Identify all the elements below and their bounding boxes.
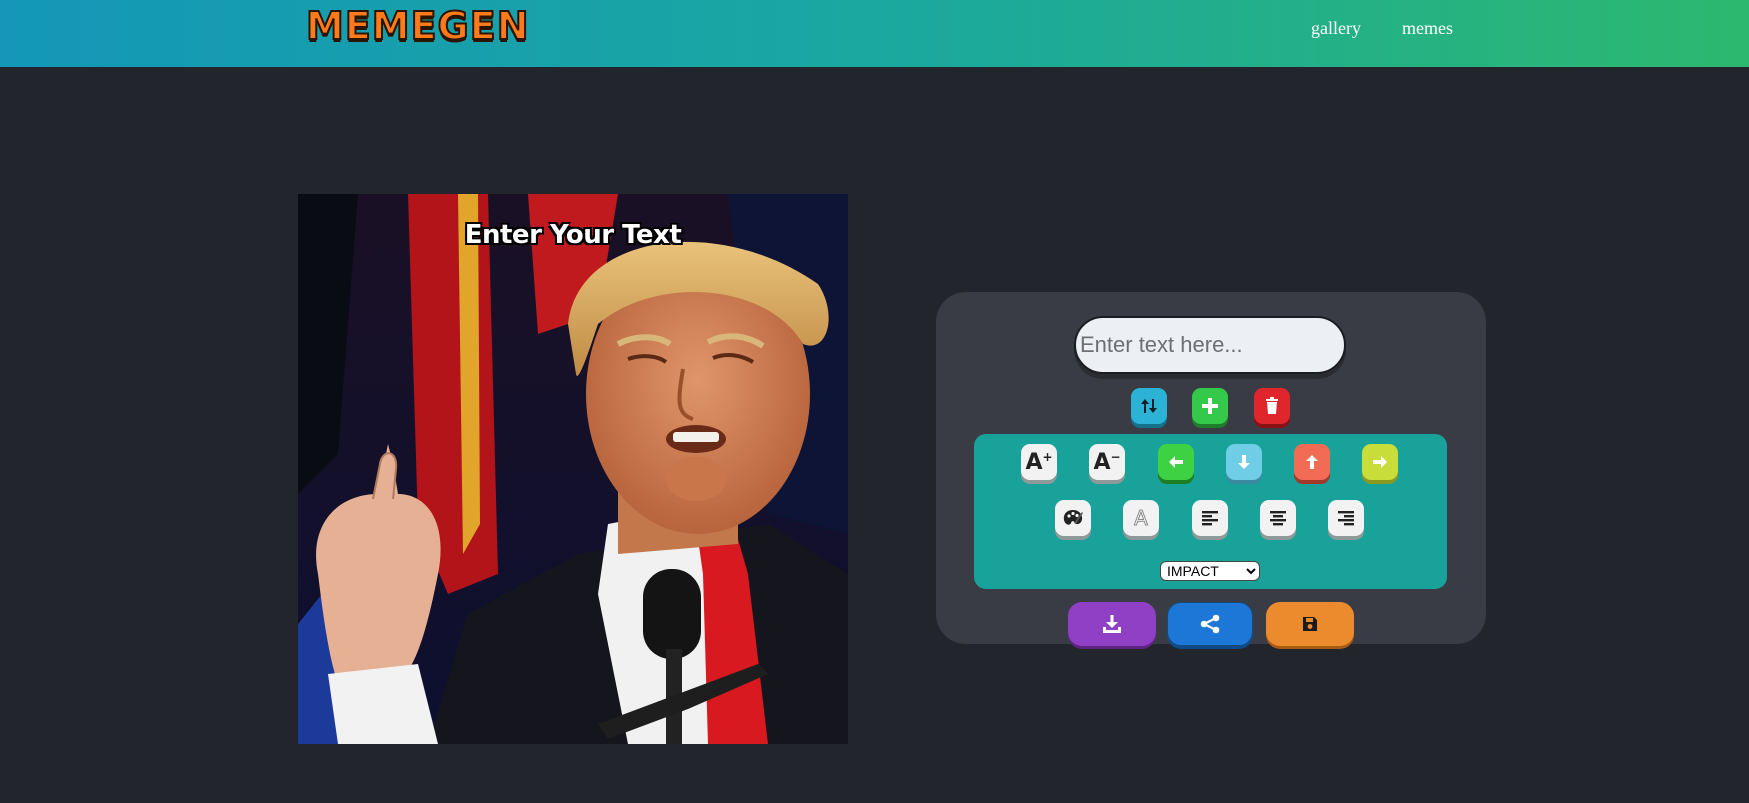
- arrow-left-icon: [1169, 456, 1183, 468]
- move-left-button[interactable]: [1158, 444, 1194, 480]
- add-line-icon: [1202, 398, 1218, 414]
- arrow-up-icon: [1306, 455, 1318, 469]
- arrow-right-icon: [1373, 456, 1387, 468]
- font-decrease-icon: A: [1093, 449, 1111, 475]
- save-button[interactable]: [1266, 602, 1354, 646]
- font-family-select[interactable]: IMPACT: [1160, 561, 1260, 581]
- nav-link-memes[interactable]: memes: [1402, 18, 1453, 39]
- align-left-icon: [1202, 511, 1218, 526]
- align-center-button[interactable]: [1260, 500, 1296, 536]
- text-color-button[interactable]: [1055, 500, 1091, 536]
- trash-icon: [1266, 397, 1278, 414]
- floppy-disk-icon: [1303, 617, 1317, 631]
- move-right-button[interactable]: [1362, 444, 1398, 480]
- download-button[interactable]: [1068, 602, 1156, 646]
- download-icon: [1103, 615, 1121, 633]
- arrow-down-icon: [1238, 455, 1250, 469]
- top-header: MEMEGEN gallery memes: [0, 0, 1749, 67]
- nav-link-gallery[interactable]: gallery: [1311, 18, 1361, 39]
- move-up-button[interactable]: [1294, 444, 1330, 480]
- align-left-button[interactable]: [1192, 500, 1228, 536]
- text-stroke-button[interactable]: A: [1123, 500, 1159, 536]
- meme-top-text[interactable]: Enter Your Text: [298, 220, 848, 250]
- align-right-icon: [1338, 511, 1354, 526]
- align-center-icon: [1270, 511, 1286, 526]
- switch-line-button[interactable]: [1131, 388, 1167, 424]
- decrease-font-button[interactable]: A −: [1089, 444, 1125, 480]
- palette-icon: [1063, 510, 1083, 525]
- meme-canvas[interactable]: Enter Your Text: [298, 194, 848, 744]
- share-button[interactable]: [1167, 602, 1253, 646]
- add-line-button[interactable]: [1192, 388, 1228, 424]
- delete-line-button[interactable]: [1254, 388, 1290, 424]
- stroke-icon: A: [1134, 506, 1149, 531]
- memegen-logo[interactable]: MEMEGEN: [305, 3, 529, 49]
- increase-font-button[interactable]: A +: [1021, 444, 1057, 480]
- switch-lines-icon: [1141, 399, 1157, 413]
- meme-text-input[interactable]: [1074, 316, 1346, 374]
- align-right-button[interactable]: [1328, 500, 1364, 536]
- text-tools-panel: A + A − A IMPACT: [974, 434, 1447, 589]
- share-icon: [1200, 614, 1220, 634]
- editor-panel: A+ A−: [936, 292, 1486, 646]
- meme-image: [298, 194, 848, 744]
- move-down-button[interactable]: [1226, 444, 1262, 480]
- font-increase-icon: A: [1025, 449, 1043, 475]
